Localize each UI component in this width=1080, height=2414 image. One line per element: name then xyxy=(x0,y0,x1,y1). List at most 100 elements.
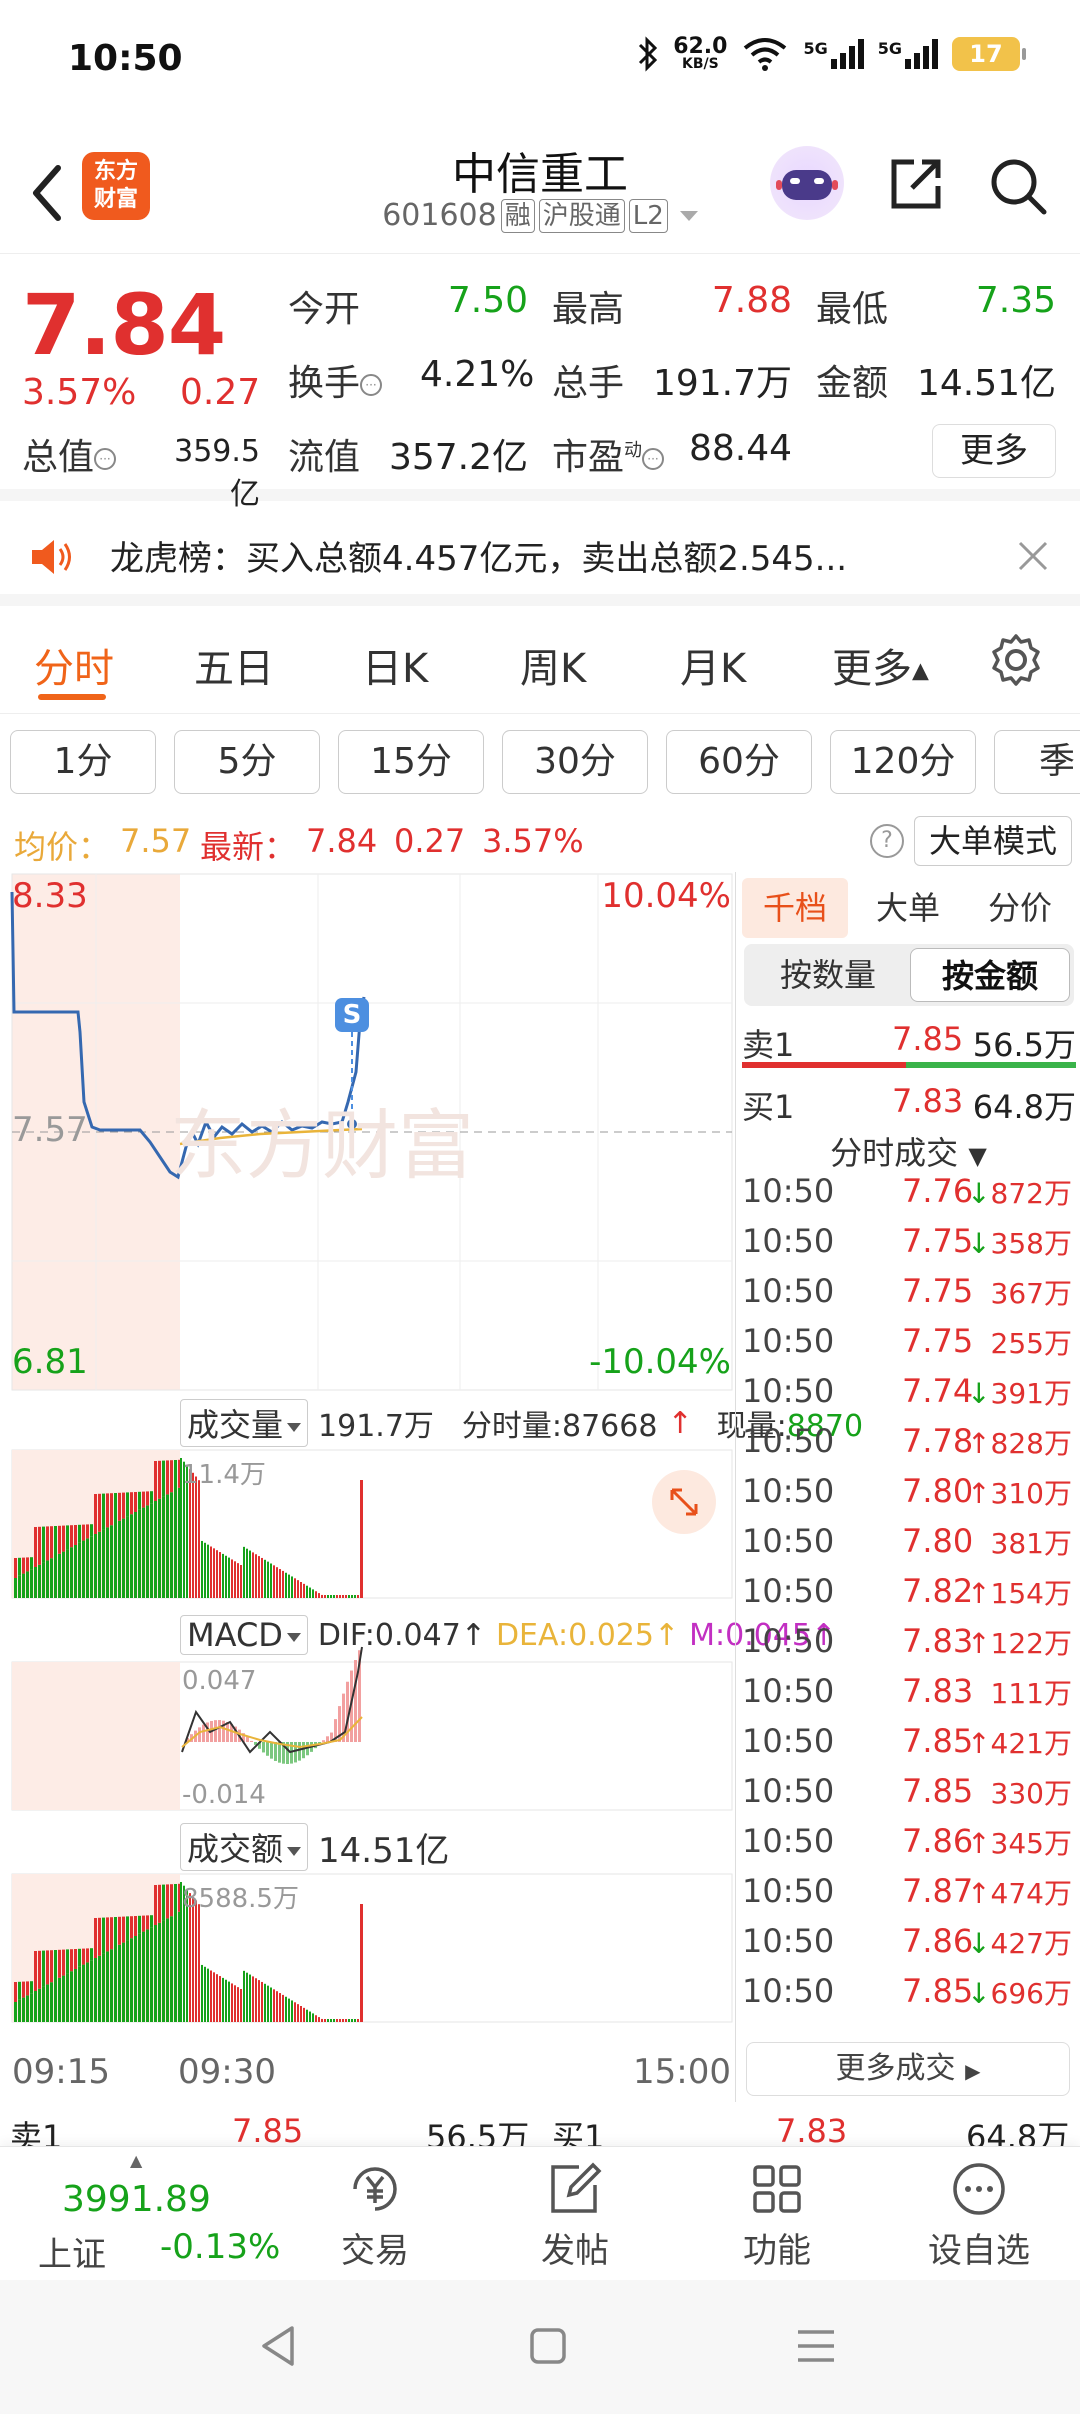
volume-bar xyxy=(336,2019,338,2022)
volume-bar xyxy=(14,1982,17,2002)
trade-amount: ↓391万 xyxy=(967,1377,1072,1410)
tab-order-depth[interactable]: 千档 xyxy=(742,878,848,938)
trade-amount: ↑122万 xyxy=(967,1627,1072,1660)
nav-functions[interactable]: 功能 xyxy=(712,2159,842,2272)
more-trades-button[interactable]: 更多成交 ▶ xyxy=(746,2042,1070,2096)
volume-bar xyxy=(285,1996,287,2022)
info-icon: ··· xyxy=(360,374,383,396)
peek-sell1-label: 卖1 xyxy=(10,2118,63,2146)
period-quarter[interactable]: 季 xyxy=(994,730,1080,794)
share-icon[interactable] xyxy=(884,152,948,216)
trade-row: 10:50 7.80 381万 xyxy=(742,1522,1076,1572)
system-home-icon[interactable] xyxy=(528,2324,568,2368)
volume-bar xyxy=(94,1958,97,2022)
volume-bar xyxy=(249,1550,251,1598)
tab-five-day[interactable]: 五日 xyxy=(194,636,274,694)
prev-close-label: 7.57 xyxy=(12,1110,88,1150)
volume-bar xyxy=(158,1498,161,1598)
tab-more[interactable]: 更多▲ xyxy=(832,636,929,694)
volume-bar xyxy=(297,2004,299,2022)
volume-bar xyxy=(339,2019,341,2022)
by-quantity-option[interactable]: 按数量 xyxy=(748,948,908,1002)
buy1-row[interactable]: 买1 7.83 64.8万 xyxy=(742,1072,1076,1128)
mktcap-label[interactable]: 总值 ··· xyxy=(22,428,117,480)
close-icon[interactable] xyxy=(1016,539,1050,573)
system-menu-icon[interactable] xyxy=(794,2324,838,2368)
gear-icon[interactable] xyxy=(988,632,1044,688)
signal-marker[interactable]: S xyxy=(335,998,369,1032)
period-15min[interactable]: 15分 xyxy=(338,730,484,794)
volume-bar xyxy=(198,1480,200,1598)
max-price-label: 8.33 xyxy=(12,876,88,916)
intraday-chart[interactable]: 东方财富 8.33 10.04% 7.57 6.81 -10.04% S 成交量… xyxy=(0,872,863,2102)
trade-row: 10:50 7.83 111万 xyxy=(742,1672,1076,1722)
time-end-label: 15:00 xyxy=(633,2052,731,2092)
volume-bar xyxy=(22,1981,25,1998)
tab-monthly-k[interactable]: 月K xyxy=(680,636,746,694)
tab-price-distribution[interactable]: 分价 xyxy=(966,878,1074,938)
period-1min[interactable]: 1分 xyxy=(10,730,156,794)
tab-big-orders[interactable]: 大单 xyxy=(858,878,958,938)
trade-time: 10:50 xyxy=(742,1322,835,1360)
amount-select[interactable]: 成交额 xyxy=(180,1823,309,1871)
nav-post[interactable]: 发帖 xyxy=(510,2159,640,2272)
trade-time: 10:50 xyxy=(742,1972,835,2010)
volume-bar xyxy=(237,1987,239,2022)
more-button[interactable]: 更多 xyxy=(932,424,1056,478)
volume-select[interactable]: 成交量 xyxy=(180,1399,309,1447)
turnover-label[interactable]: 换手 ··· xyxy=(288,354,383,406)
trade-price: 7.75 xyxy=(902,1222,974,1260)
ai-assistant-icon[interactable] xyxy=(770,146,844,220)
trade-price: 7.83 xyxy=(902,1672,974,1710)
volume-bar xyxy=(174,1884,177,1914)
tab-intraday[interactable]: 分时 xyxy=(34,636,114,694)
volume-bar xyxy=(150,1491,153,1504)
net-speed: 62.0 KB/S xyxy=(673,34,728,72)
volume-bar xyxy=(18,1575,21,1598)
macd-histogram-bar xyxy=(322,1740,325,1742)
change-amount: 0.27 xyxy=(180,372,261,413)
volume-bar xyxy=(146,1929,149,2022)
nav-add-watchlist[interactable]: 设自选 xyxy=(914,2159,1044,2272)
trade-amount: 111万 xyxy=(990,1677,1072,1710)
trades-title[interactable]: 分时成交 ▼ xyxy=(736,1128,1080,1174)
trade-time: 10:50 xyxy=(742,1822,835,1860)
macd-histogram-bar xyxy=(274,1742,277,1761)
volume-bar xyxy=(360,1904,363,2022)
peek-sell1-amount: 56.5万 xyxy=(426,2118,530,2146)
current-price: 7.84 xyxy=(22,276,226,374)
search-icon[interactable] xyxy=(986,154,1050,218)
sell1-row[interactable]: 卖1 7.85 56.5万 xyxy=(742,1010,1076,1066)
volume-bar xyxy=(303,1583,305,1598)
help-icon[interactable]: ? xyxy=(870,824,904,858)
macd-select[interactable]: MACD xyxy=(180,1615,308,1655)
trade-price: 7.80 xyxy=(902,1522,974,1560)
trade-price: 7.80 xyxy=(902,1472,974,1510)
period-60min[interactable]: 60分 xyxy=(666,730,812,794)
period-120min[interactable]: 120分 xyxy=(830,730,976,794)
volume-bar xyxy=(170,1460,173,1493)
volume-bar xyxy=(58,1949,61,1978)
volume-bar xyxy=(243,1546,245,1598)
macd-histogram-bar xyxy=(270,1742,273,1759)
low-label: 最低 xyxy=(816,289,889,330)
nav-trade[interactable]: 交易 xyxy=(310,2159,440,2272)
volume-bar xyxy=(273,1565,275,1598)
tab-weekly-k[interactable]: 周K xyxy=(520,636,586,694)
period-30min[interactable]: 30分 xyxy=(502,730,648,794)
period-5min[interactable]: 5分 xyxy=(174,730,320,794)
volume-bar xyxy=(258,1980,260,2022)
pe-label[interactable]: 市盈动 ··· xyxy=(552,428,665,480)
tab-daily-k[interactable]: 日K xyxy=(362,636,428,694)
big-order-mode-button[interactable]: 大单模式 xyxy=(914,816,1072,866)
volume-bar xyxy=(54,1980,57,2022)
by-amount-option[interactable]: 按金额 xyxy=(910,948,1070,1002)
expand-icon[interactable] xyxy=(652,1470,716,1534)
volume-bar xyxy=(90,1948,93,1961)
notice-bar[interactable]: 龙虎榜：买入总额4.457亿元，卖出总额2.545... xyxy=(0,501,1080,606)
volume-bar xyxy=(142,1491,145,1508)
volume-bar xyxy=(255,1554,257,1598)
buy-ratio-bar xyxy=(906,1062,1076,1068)
system-back-icon[interactable] xyxy=(258,2324,298,2368)
volume-bar xyxy=(30,1981,33,1994)
